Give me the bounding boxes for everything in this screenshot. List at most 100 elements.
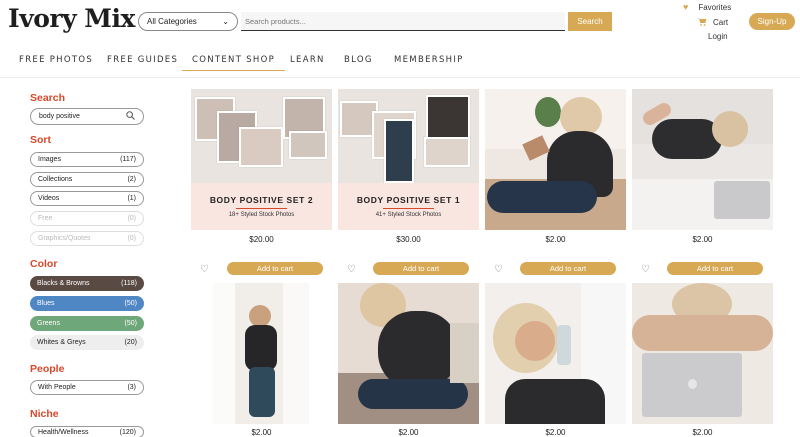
nav-blog[interactable]: BLOG — [344, 55, 373, 65]
sidebar-search-field[interactable]: body positive — [30, 108, 144, 125]
collection-subtitle: 18+ Styled Stock Photos — [228, 212, 295, 218]
product-image[interactable] — [213, 283, 309, 424]
pill-count: (50) — [124, 320, 137, 327]
people-heading: People — [30, 363, 65, 375]
collage-photo — [426, 95, 470, 139]
niche-health-wellness[interactable]: Health/Wellness (120) — [30, 426, 144, 437]
pill-label: Videos — [38, 195, 60, 202]
product-price: $30.00 — [396, 235, 421, 244]
people-with-people[interactable]: With People (3) — [30, 380, 144, 395]
add-to-cart-button[interactable]: Add to cart — [520, 262, 616, 275]
water-bottle — [557, 325, 571, 365]
login-link[interactable]: Login — [708, 32, 728, 41]
favorites-label: Favorites — [698, 2, 732, 12]
heart-icon[interactable]: ♡ — [494, 264, 503, 275]
title-divider — [236, 208, 287, 209]
cart-icon — [697, 17, 707, 28]
color-greens[interactable]: Greens (50) — [30, 316, 144, 331]
heart-icon[interactable]: ♡ — [347, 264, 356, 275]
sort-videos[interactable]: Videos (1) — [30, 191, 144, 206]
nav-membership[interactable]: MEMBERSHIP — [394, 55, 464, 65]
add-to-cart-button[interactable]: Add to cart — [667, 262, 763, 275]
product-price: $20.00 — [249, 235, 274, 244]
sort-collections[interactable]: Collections (2) — [30, 172, 144, 187]
plant — [535, 97, 561, 127]
category-select[interactable]: All Categories ⌄ — [138, 12, 238, 31]
product-image[interactable] — [632, 89, 773, 230]
nav-divider — [0, 77, 800, 78]
product-card-set2-image[interactable]: BODY POSITIVE SET 2 18+ Styled Stock Pho… — [191, 89, 332, 230]
search-icon[interactable] — [126, 111, 135, 122]
product-image[interactable] — [485, 283, 626, 424]
pill-count: (50) — [124, 300, 137, 307]
add-to-cart-button[interactable]: Add to cart — [227, 262, 323, 275]
heart-icon[interactable]: ♡ — [200, 264, 209, 275]
nav-free-guides[interactable]: FREE GUIDES — [107, 55, 178, 65]
logo[interactable]: Ivory Mix — [8, 4, 135, 33]
cart-link[interactable]: Cart — [697, 17, 728, 28]
product-price: $2.00 — [692, 428, 713, 437]
color-blacks-browns[interactable]: Blacks & Browns (118) — [30, 276, 144, 291]
pill-label: Whites & Greys — [37, 339, 86, 346]
product-image[interactable] — [338, 283, 479, 424]
sort-graphics-quotes[interactable]: Graphics/Quotes (0) — [30, 231, 144, 246]
pill-count: (118) — [121, 280, 137, 287]
product-price: $2.00 — [545, 235, 566, 244]
collage-photo — [239, 127, 283, 167]
collage-photo — [424, 137, 470, 167]
search-heading: Search — [30, 92, 66, 104]
collage-photo — [384, 119, 414, 183]
person-legs — [487, 181, 597, 213]
nav-free-photos[interactable]: FREE PHOTOS — [19, 55, 93, 65]
cart-label: Cart — [713, 18, 729, 27]
pill-label: Free — [38, 215, 53, 222]
pill-count: (0) — [127, 235, 136, 242]
pill-count: (117) — [120, 156, 136, 163]
color-whites-greys[interactable]: Whites & Greys (20) — [30, 335, 144, 350]
heart-icon: ♥ — [683, 2, 689, 12]
heart-icon[interactable]: ♡ — [641, 264, 650, 275]
pill-count: (20) — [124, 339, 137, 346]
person-shirt — [378, 311, 458, 389]
pill-label: Health/Wellness — [38, 428, 89, 436]
collection-banner — [191, 183, 332, 230]
search-button[interactable]: Search — [568, 12, 612, 31]
color-blues[interactable]: Blues (50) — [30, 296, 144, 311]
person-legs — [249, 367, 275, 417]
add-to-cart-button[interactable]: Add to cart — [373, 262, 469, 275]
chevron-down-icon: ⌄ — [222, 17, 229, 26]
nav-content-shop[interactable]: CONTENT SHOP — [182, 55, 286, 71]
person-hair — [712, 111, 748, 147]
photo-window — [213, 283, 235, 424]
collection-title: BODY POSITIVE SET 1 — [356, 195, 461, 205]
person-face — [515, 321, 555, 361]
signup-button[interactable]: Sign-Up — [749, 13, 795, 30]
photo-curtain — [283, 283, 309, 424]
product-card-set1-image[interactable]: BODY POSITIVE SET 1 41+ Styled Stock Pho… — [338, 89, 479, 230]
product-image[interactable] — [632, 283, 773, 424]
title-divider — [383, 208, 434, 209]
person-head — [249, 305, 271, 327]
collage-photo — [289, 131, 327, 159]
person-shirt — [505, 379, 605, 424]
collection-subtitle: 41+ Styled Stock Photos — [375, 212, 442, 218]
pill-label: Collections — [38, 176, 73, 183]
pill-count: (0) — [127, 215, 136, 222]
sort-images[interactable]: Images (117) — [30, 152, 144, 167]
nav-learn[interactable]: LEARN — [290, 55, 325, 65]
sort-free[interactable]: Free (0) — [30, 211, 144, 226]
category-select-value: All Categories — [147, 17, 197, 26]
main-nav: FREE PHOTOS FREE GUIDES CONTENT SHOP LEA… — [0, 52, 800, 72]
product-price: $2.00 — [251, 428, 272, 437]
favorites-link[interactable]: ♥ Favorites — [683, 2, 731, 12]
pill-label: Greens — [37, 320, 60, 327]
login-label: Login — [708, 32, 728, 41]
laptop-logo — [688, 379, 697, 389]
search-input[interactable] — [241, 12, 565, 31]
color-heading: Color — [30, 258, 58, 270]
product-price: $2.00 — [545, 428, 566, 437]
pill-count: (3) — [127, 384, 136, 391]
product-image[interactable] — [485, 89, 626, 230]
pill-count: (1) — [127, 195, 136, 202]
pill-count: (2) — [127, 176, 136, 183]
